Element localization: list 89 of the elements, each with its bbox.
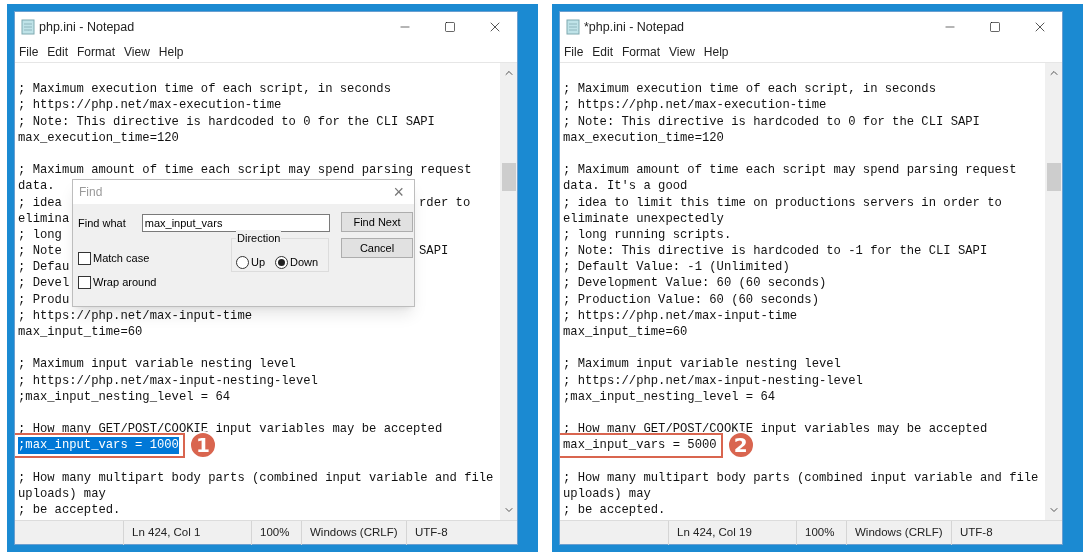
code-line: max_input_vars = 5000 <box>563 437 717 454</box>
checkbox-label: Match case <box>93 251 150 266</box>
code-line: max_execution_time=120 <box>563 129 724 146</box>
code-line: ; https://php.net/max-input-time <box>18 307 253 324</box>
checkbox[interactable] <box>78 275 91 289</box>
notepad-icon <box>566 19 580 35</box>
code-line: SAPI <box>419 243 449 260</box>
menu-item[interactable]: File <box>564 43 584 61</box>
step-badge: 1 <box>188 431 217 460</box>
cancel-button[interactable]: Cancel <box>341 238 413 258</box>
scroll-thumb[interactable] <box>501 163 516 191</box>
code-line: ; https://php.net/max-input-nesting-level <box>563 372 863 389</box>
code-line: ; be accepted. <box>18 502 121 519</box>
scrollbar[interactable] <box>1045 63 1062 520</box>
close-button[interactable]: × <box>389 183 408 201</box>
code-line: ; Production Value: 60 (60 seconds) <box>563 291 819 308</box>
code-line: data. <box>18 178 55 195</box>
code-line: ; Maximum amount of time each script may spend parsing request <box>563 162 1017 179</box>
radio-button[interactable] <box>236 255 249 269</box>
code-line: ; Maximum execution time of each script, in seconds <box>18 81 391 98</box>
code-line: rder to <box>419 194 471 211</box>
code-line: ; Maximum input variable nesting level <box>18 356 296 373</box>
code-line: ; Note <box>18 243 62 260</box>
checkbox-label: Wrap around <box>93 275 157 291</box>
code-line: uploads) may <box>563 485 651 503</box>
menu-item[interactable]: View <box>669 43 695 61</box>
find-next-button[interactable]: Find Next <box>341 212 413 232</box>
maximize-icon <box>443 21 456 33</box>
code-line: ; idea <box>18 194 62 211</box>
code-line: ; https://php.net/max-input-nesting-level <box>18 372 318 389</box>
menu-item[interactable]: Help <box>158 43 184 61</box>
code-line: ; Defau <box>18 259 70 276</box>
radio-label: Down <box>290 254 319 270</box>
code-line: ; Note: This directive is hardcoded to 0 for the CLI SAPI <box>563 113 980 130</box>
code-line: uploads) may <box>18 485 106 503</box>
window-title: *php.ini - Notepad <box>584 18 685 36</box>
status-field: Ln 424, Col 19 <box>668 520 796 545</box>
maximize-icon <box>988 21 1001 33</box>
code-line: ; https://php.net/max-input-time <box>563 307 798 324</box>
code-line: eliminate unexpectedly <box>563 210 724 227</box>
code-line: ; idea to limit this time on productions servers in order to <box>563 194 1002 211</box>
code-line: ; https://php.net/max-execution-time <box>563 97 827 114</box>
code-line: ; long <box>18 226 62 244</box>
code-line: ; How many multipart body parts (combined input variable and file <box>18 469 494 486</box>
status-field: Windows (CRLF) <box>846 520 951 545</box>
menu-item[interactable]: Help <box>703 43 729 61</box>
scroll-thumb[interactable] <box>1046 163 1061 191</box>
code-line: ; Default Value: -1 (Unlimited) <box>563 259 790 276</box>
menu-item[interactable]: Format <box>622 43 661 61</box>
step-badge: 2 <box>726 431 755 460</box>
menu-item[interactable]: Edit <box>592 43 614 61</box>
status-field: UTF-8 <box>951 520 1041 545</box>
menu-item[interactable]: View <box>124 43 150 61</box>
code-line: max_input_time=60 <box>18 324 143 341</box>
menu-item[interactable]: Edit <box>47 43 69 61</box>
menu-item[interactable]: Format <box>77 43 116 61</box>
code-line: data. It's a good <box>563 178 688 195</box>
scrollbar[interactable] <box>500 63 517 520</box>
code-line: ; Maximum amount of time each script may spend parsing request <box>18 162 472 179</box>
status-field: Windows (CRLF) <box>301 520 406 545</box>
find-input-field[interactable]: max_input_vars <box>141 214 330 232</box>
code-line: ; Maximum execution time of each script, in seconds <box>563 81 936 98</box>
status-field: UTF-8 <box>406 520 496 545</box>
code-line: ; Development Value: 60 (60 seconds) <box>563 275 827 292</box>
code-line: max_input_time=60 <box>563 324 688 341</box>
status-field: 100% <box>251 520 301 545</box>
code-line: elimina <box>18 210 70 227</box>
code-line: ; Devel <box>18 275 70 292</box>
code-line: ; Produ <box>18 291 70 308</box>
code-line: ; long running scripts. <box>563 226 732 244</box>
dialog-title: Find <box>79 183 103 201</box>
code-line: ;max_input_nesting_level = 64 <box>18 388 231 405</box>
code-line: ; Note: This directive is hardcoded to -1 for the CLI SAPI <box>563 243 988 260</box>
notepad-icon <box>21 19 35 35</box>
code-line: ; Maximum input variable nesting level <box>563 356 841 373</box>
code-line: ;max_input_nesting_level = 64 <box>563 388 776 405</box>
window-title: php.ini - Notepad <box>39 18 135 36</box>
code-line: ; be accepted. <box>563 502 666 519</box>
status-field: 100% <box>796 520 846 545</box>
code-line: max_execution_time=120 <box>18 129 179 146</box>
status-field: Ln 424, Col 1 <box>123 520 251 545</box>
menu-item[interactable]: File <box>19 43 39 61</box>
code-line: ; https://php.net/max-execution-time <box>18 97 282 114</box>
checkbox[interactable] <box>78 251 91 265</box>
find-what-label: Find what <box>78 215 127 231</box>
code-line: ; Note: This directive is hardcoded to 0 for the CLI SAPI <box>18 113 435 130</box>
radio-label: Up <box>251 254 266 270</box>
code-line: ; How many multipart body parts (combined input variable and file <box>563 469 1039 486</box>
radio-button[interactable] <box>275 255 289 269</box>
